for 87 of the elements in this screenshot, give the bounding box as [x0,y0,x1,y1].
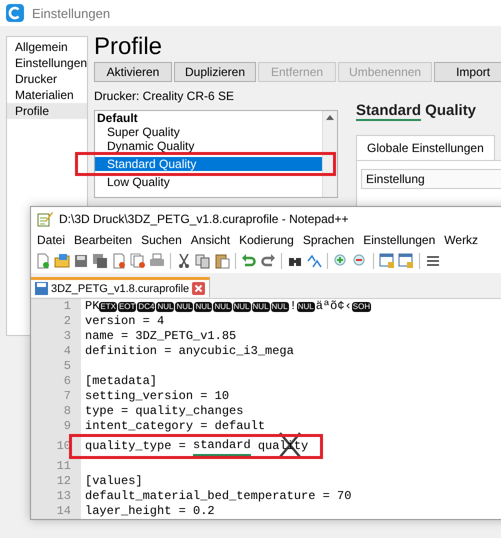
control-char: NUL [252,302,270,312]
window-title: D:\3D Druck\3DZ_PETG_v1.8.curaprofile - Notepad++ [59,212,348,226]
control-char: NUL [232,302,251,312]
close-all-icon[interactable] [130,253,146,269]
sidebar-item[interactable]: Materialien [7,87,87,103]
line-number: 4 [31,344,81,359]
scissors-icon[interactable] [176,253,192,269]
control-char: NUL [270,302,289,312]
menu-item[interactable]: Werkz [444,233,478,247]
toolbar-button[interactable]: Duplizieren [174,62,256,82]
code-text: [values] [85,474,143,489]
column-header: Einstellung [361,169,501,189]
code-text: PK [85,299,100,314]
printer-icon[interactable] [149,253,165,269]
menu-item[interactable]: Kodierung [239,233,294,247]
sidebar-item[interactable]: Drucker [7,71,87,87]
control-char: EOT [118,302,136,312]
printer-label: Drucker: Creality CR-6 SE [94,88,236,104]
list-item[interactable]: Super Quality [107,125,180,139]
sidebar-item[interactable]: Allgemein [7,39,87,55]
control-char: DC4 [137,302,156,312]
line-number: 11 [31,459,81,474]
file-tab[interactable]: 3DZ_PETG_v1.8.curaprofile [31,277,210,297]
line-number: 6 [31,374,81,389]
sidebar-item[interactable]: Einstellungen [7,55,87,71]
window-title: Einstellungen [32,6,110,20]
code-text: definition = anycubic_i3_mega [85,344,294,359]
save-all-icon[interactable] [92,253,108,269]
page-heading: Profile [94,32,164,62]
line-number: 9 [31,419,81,434]
code-text: [metadata] [85,374,158,389]
open-folder-icon[interactable] [54,253,70,269]
menu-item[interactable]: Datei [37,233,66,247]
control-char: ETX [99,302,117,312]
control-char: NUL [194,302,212,312]
code-text: äªõ¢‹ [316,299,352,314]
list-item[interactable]: Low Quality [107,175,170,189]
line-number: 7 [31,389,81,404]
control-char: SOH [352,302,372,312]
code-text: version = 4 [85,314,164,329]
control-char: NUL [296,302,315,312]
save-icon [35,282,48,295]
scroll-up-icon[interactable] [326,115,334,120]
code-text: setting_version = 10 [85,389,230,404]
code-text: name = 3DZ_PETG_v1.85 [85,329,236,344]
line-number: 8 [31,404,81,419]
profile-title: Standard Quality [356,102,478,119]
line-number: 13 [31,489,81,504]
code-text: type = quality_changes [85,404,244,419]
code-text: intent_category = default [85,419,266,434]
close-file-icon[interactable] [111,253,127,269]
control-char: NUL [156,302,174,312]
window-lock-icon[interactable] [379,253,395,269]
toolbar-button[interactable]: Aktivieren [94,62,172,82]
menu-item[interactable]: Sprachen [302,233,354,247]
save-icon[interactable] [73,253,89,269]
toolbar-button[interactable]: Import [434,62,501,82]
line-number: 1 [31,299,81,314]
code-text: default_material_bed_temperature = 70 [85,489,352,504]
copy-icon[interactable] [195,253,211,269]
redo-icon[interactable] [260,253,276,269]
line-number: 3 [31,329,81,344]
code-text: layer_height = 0.2 [85,504,215,519]
undo-icon[interactable] [241,253,257,269]
line-number: 2 [31,314,81,329]
list-item[interactable]: Dynamic Quality [107,139,194,153]
line-number: 5 [31,359,81,374]
new-file-icon[interactable] [35,253,51,269]
control-char: NUL [175,302,194,312]
group-heading: Default [97,111,138,125]
menu-item[interactable]: Ansicht [190,233,230,247]
menu-item[interactable]: Bearbeiten [74,233,132,247]
window-lock-icon[interactable] [398,253,414,269]
code-text: standard [193,437,251,456]
code-text: quality_type = [85,438,187,455]
line-number: 14 [31,504,81,519]
tab[interactable]: Globale Einstellungen [356,135,495,160]
notepad-icon [37,211,53,227]
menu-item[interactable]: Einstellungen [363,233,436,247]
sidebar-item[interactable]: Profile [7,103,87,119]
menu-item[interactable]: Suchen [141,233,182,247]
line-number: 12 [31,474,81,489]
app-logo-icon [6,4,24,22]
paste-icon[interactable] [214,253,230,269]
close-icon[interactable] [192,282,206,295]
code-text: ! [290,299,297,314]
control-char: NUL [213,302,232,312]
